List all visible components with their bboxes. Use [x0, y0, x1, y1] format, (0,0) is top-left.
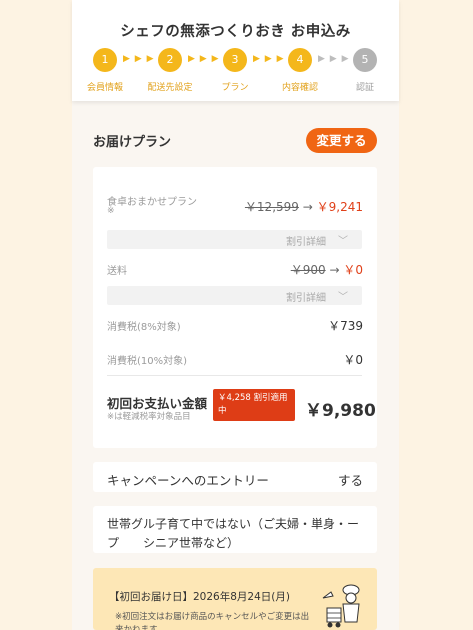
header-card: シェフの無添つくりおき お申込み 1 ▶ ▶ ▶ 2 ▶ ▶ ▶ 3 ▶ ▶ ▶… — [72, 0, 399, 101]
shipping-price-arrow: → — [329, 263, 340, 277]
step-arrows-2: ▶ ▶ ▶ — [188, 54, 220, 64]
plan-section-title: お届けプラン — [93, 135, 172, 150]
total-price: ￥9,980 — [305, 401, 376, 421]
discount-detail-label: 割引詳細 — [286, 237, 326, 248]
plan-old-price: ￥12,599 — [244, 200, 299, 214]
progress-steps: 1 ▶ ▶ ▶ 2 ▶ ▶ ▶ 3 ▶ ▶ ▶ 4 ▶ ▶ ▶ 5 会員情報 配… — [72, 48, 399, 98]
plan-summary-card: 食卓おまかせプラン ※ ￥12,599 → ￥9,241 割引詳細 ﹀ 送料 ￥… — [93, 167, 377, 448]
page-title: シェフの無添つくりおき お申込み — [120, 24, 351, 40]
plan-reduced-tax-mark: ※ — [107, 206, 115, 216]
discount-detail-label: 割引詳細 — [286, 293, 326, 304]
step-2-label: 配送先設定 — [147, 83, 193, 93]
step-arrows-3: ▶ ▶ ▶ — [253, 54, 285, 64]
step-1-circle: 1 — [93, 48, 117, 72]
step-2-circle: 2 — [158, 48, 182, 72]
step-arrows-4: ▶ ▶ ▶ — [318, 54, 350, 64]
campaign-value: する — [337, 473, 363, 488]
shipping-label: 送料 — [107, 266, 127, 277]
chevron-down-icon: ﹀ — [338, 236, 348, 247]
total-divider — [107, 375, 362, 376]
step-3-label: プラン — [221, 83, 249, 93]
plan-price: ￥12,599 → ￥9,241 — [245, 198, 363, 215]
household-type-text: 世帯グル子育て中ではない（ご夫婦・単身・ープ シニア世帯など） — [107, 517, 360, 550]
total-note: ※は軽減税率対象品目 — [107, 412, 191, 422]
first-delivery-date: 【初回お届け日】2026年8月24日(月) — [109, 591, 290, 603]
chevron-down-icon: ﹀ — [338, 292, 348, 303]
step-5-label: 認証 — [355, 83, 375, 93]
shipping-discount-detail-toggle[interactable]: 割引詳細 ﹀ — [107, 286, 362, 305]
tax10-label: 消費税(10%対象) — [107, 356, 188, 367]
step-5-circle: 5 — [353, 48, 377, 72]
plan-new-price: ￥9,241 — [316, 200, 363, 214]
plan-price-arrow: → — [302, 200, 313, 214]
step-3-circle: 3 — [223, 48, 247, 72]
discount-badge: ￥4,258 割引適用中 — [213, 389, 295, 421]
first-delivery-box: 【初回お届け日】2026年8月24日(月) ※初回注文はお届け商品のキャンセルや… — [93, 568, 377, 630]
tax8-label: 消費税(8%対象) — [107, 322, 181, 333]
campaign-label: キャンペーンへのエントリー — [107, 473, 269, 488]
household-type-row[interactable]: 世帯グル子育て中ではない（ご夫婦・単身・ープ シニア世帯など） — [93, 506, 377, 553]
shipping-new-price: ￥0 — [343, 263, 363, 277]
plan-name: 食卓おまかせプラン — [107, 197, 197, 208]
step-4-circle: 4 — [288, 48, 312, 72]
step-1-label: 会員情報 — [86, 83, 124, 93]
step-arrows-1: ▶ ▶ ▶ — [123, 54, 155, 64]
shipping-old-price: ￥900 — [290, 263, 326, 277]
delivery-note: ※初回注文はお届け商品のキャンセルやご変更は出来かねます。 — [115, 612, 310, 630]
chef-delivery-illustration — [322, 584, 360, 628]
step-4-label: 内容確認 — [281, 83, 319, 93]
plan-discount-detail-toggle[interactable]: 割引詳細 ﹀ — [107, 230, 362, 249]
campaign-entry-row[interactable]: キャンペーンへのエントリー する — [93, 462, 377, 492]
shipping-price: ￥900 → ￥0 — [291, 261, 363, 278]
change-plan-button[interactable]: 変更する — [306, 128, 377, 153]
tax10-value: ￥0 — [343, 353, 363, 367]
tax8-value: ￥739 — [328, 319, 363, 333]
